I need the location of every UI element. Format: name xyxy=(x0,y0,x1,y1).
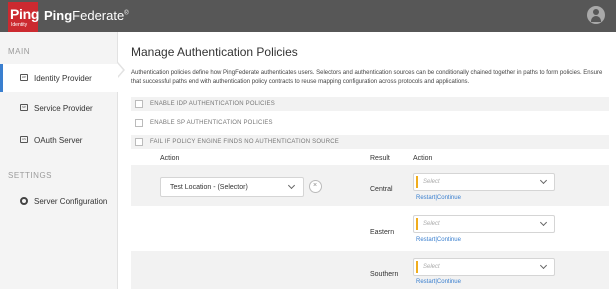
gear-icon xyxy=(20,197,28,205)
sidebar-item-label: Server Configuration xyxy=(34,197,108,206)
select-placeholder: Select xyxy=(423,221,440,227)
checkbox[interactable] xyxy=(135,119,143,127)
brand-mark: ® xyxy=(124,10,129,17)
option-label: ENABLE SP AUTHENTICATION POLICIES xyxy=(150,120,273,126)
option-fail-no-source[interactable]: FAIL IF POLICY ENGINE FINDS NO AUTHENTIC… xyxy=(131,135,609,149)
chevron-down-icon xyxy=(287,181,296,190)
sidebar-item-service-provider[interactable]: SP Service Provider xyxy=(0,94,118,122)
sp-icon: SP xyxy=(20,104,28,111)
sidebar-item-label: Service Provider xyxy=(34,104,93,113)
checkbox[interactable] xyxy=(135,138,143,146)
page-title: Manage Authentication Policies xyxy=(131,45,298,59)
option-enable-sp-policies[interactable]: ENABLE SP AUTHENTICATION POLICIES xyxy=(131,116,609,130)
column-header-result: Result xyxy=(370,155,390,162)
sidebar-heading-main: MAIN xyxy=(8,47,30,56)
option-label: FAIL IF POLICY ENGINE FINDS NO AUTHENTIC… xyxy=(150,139,339,145)
continue-link[interactable]: Continue xyxy=(437,279,461,285)
logo-text: Ping xyxy=(10,6,40,22)
result-label: Central xyxy=(370,186,393,193)
idp-icon-text: IdP xyxy=(21,75,27,79)
close-icon: × xyxy=(313,182,318,189)
required-marker xyxy=(416,218,418,230)
restart-link[interactable]: Restart xyxy=(416,279,435,285)
sidebar-item-server-configuration[interactable]: Server Configuration xyxy=(0,187,118,215)
sidebar-item-label: Identity Provider xyxy=(34,74,92,83)
remove-selector-button[interactable]: × xyxy=(309,180,322,193)
result-label: Eastern xyxy=(370,229,395,236)
sidebar-item-oauth-server[interactable]: AS OAuth Server xyxy=(0,126,118,154)
selector-value: Test Location - (Selector) xyxy=(170,184,248,191)
sidebar-item-label: OAuth Server xyxy=(34,136,83,145)
result-links: Restart|Continue xyxy=(416,279,461,285)
product-name: PingFederate® xyxy=(44,8,129,23)
column-header-result-action: Action xyxy=(413,155,433,162)
logo-subtext: Identity xyxy=(11,22,28,28)
checkbox[interactable] xyxy=(135,100,143,108)
chevron-down-icon xyxy=(539,176,548,185)
result-links: Restart|Continue xyxy=(416,195,461,201)
idp-icon: IdP xyxy=(20,74,28,81)
column-header-action: Action xyxy=(160,155,180,162)
result-links: Restart|Continue xyxy=(416,237,461,243)
sp-icon-text: SP xyxy=(21,105,26,109)
page-description: Authentication policies define how PingF… xyxy=(131,70,603,85)
restart-link[interactable]: Restart xyxy=(416,195,435,201)
brand-rest: Federate xyxy=(72,8,125,23)
chevron-down-icon xyxy=(539,218,548,227)
result-action-select[interactable]: Select xyxy=(413,173,555,191)
select-placeholder: Select xyxy=(423,179,440,185)
selector-dropdown[interactable]: Test Location - (Selector) xyxy=(160,177,304,197)
continue-link[interactable]: Continue xyxy=(437,195,461,201)
top-bar: Ping Identity PingFederate® xyxy=(0,0,616,32)
sidebar-item-identity-provider[interactable]: IdP Identity Provider xyxy=(0,64,118,92)
option-enable-idp-policies[interactable]: ENABLE IDP AUTHENTICATION POLICIES xyxy=(131,97,609,111)
oauth-icon: AS xyxy=(20,136,28,143)
chevron-down-icon xyxy=(539,261,548,270)
required-marker xyxy=(416,261,418,273)
active-indicator-arrow xyxy=(117,62,125,78)
user-account-icon[interactable] xyxy=(587,6,605,24)
ping-logo[interactable]: Ping Identity xyxy=(8,2,40,32)
result-action-select[interactable]: Select xyxy=(413,215,555,233)
restart-link[interactable]: Restart xyxy=(416,237,435,243)
brand-bold: Ping xyxy=(44,8,73,23)
option-label: ENABLE IDP AUTHENTICATION POLICIES xyxy=(150,101,275,107)
sidebar-heading-settings: SETTINGS xyxy=(8,171,53,180)
result-action-select[interactable]: Select xyxy=(413,258,555,276)
select-placeholder: Select xyxy=(423,264,440,270)
required-marker xyxy=(416,176,418,188)
result-label: Southern xyxy=(370,271,399,278)
continue-link[interactable]: Continue xyxy=(437,237,461,243)
oauth-icon-text: AS xyxy=(21,137,26,141)
